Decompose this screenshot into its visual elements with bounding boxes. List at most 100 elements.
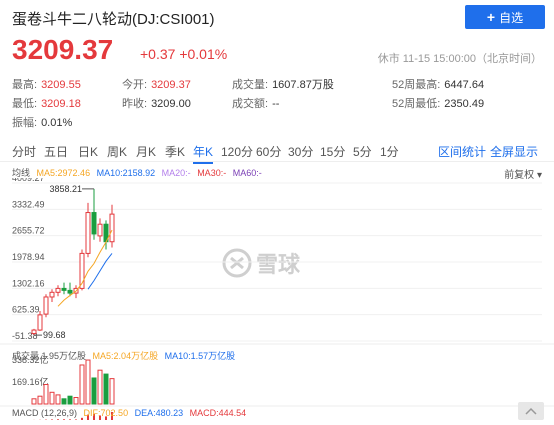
candle-body [50,292,54,297]
volume-bar [104,374,108,404]
candle-body [44,297,48,314]
candle-body [98,224,102,236]
legend-ma30: MA30:- [197,168,226,178]
tab-fenshi[interactable]: 分时 [12,143,36,160]
legend-ma60: MA60:- [233,168,262,178]
add-watchlist-button[interactable]: + 自选 [465,5,545,29]
stat-amount: 成交额: -- [232,95,279,111]
y-tick-label: 3332.49 [12,199,45,209]
candle-body [68,290,72,293]
tab-yearly-k[interactable]: 年K [193,143,213,164]
candle-body [92,213,96,234]
ma10-line [88,253,112,289]
y-tick-label: 1978.94 [12,252,45,262]
stat-label: 昨收: [122,98,147,110]
legend-ma5: MA5:2972.46 [37,168,91,178]
volume-bar [56,395,60,404]
candle-body [62,288,66,290]
tab-monthly-k[interactable]: 月K [136,143,156,160]
tab-5min[interactable]: 5分 [353,143,372,160]
tab-30min[interactable]: 30分 [288,143,313,160]
stat-amp: 振幅:0.01% [12,114,72,130]
stat-value: -- [272,98,279,110]
stat-label: 最低: [12,98,37,110]
stat-value: 2350.49 [444,98,484,110]
stat-label: 52周最低: [392,98,440,110]
candle-body [110,214,114,242]
legend-ma20: MA20:- [162,168,191,178]
macd-dif: DIF:702.50 [84,408,129,418]
tab-15min[interactable]: 15分 [320,143,345,160]
chevron-up-icon [518,402,544,420]
volume-legend: 成交量 1.95万亿股 MA5:2.04万亿股 MA10:1.57万亿股 [12,349,239,362]
tab-daily-k[interactable]: 日K [78,143,98,160]
legend-ma10: MA10:2158.92 [97,168,156,178]
stat-value: 3209.18 [41,98,81,110]
volume-bar [68,396,72,404]
add-watchlist-label: 自选 [499,9,523,26]
stat-high: 最高: 3209.55 [12,76,81,92]
stat-value: 3209.00 [151,98,191,110]
volume-ma10: MA10:1.57万亿股 [165,351,236,361]
volume-bar [32,399,36,404]
current-price: 3209.37 [12,34,113,66]
macd-label: MACD (12,26,9) [12,408,77,418]
volume-bar [92,378,96,404]
page-title: 蛋卷斗牛二八轮动(DJ:CSI001) [12,8,215,29]
volume-bar [74,397,78,404]
volume-bar [110,379,114,404]
stat-label: 成交量: [232,79,268,91]
period-tabs: 分时 五日 日K 周K 月K 季K 年K 120分 60分 30分 15分 5分… [0,140,554,162]
volume-ma5: MA5:2.04万亿股 [93,351,159,361]
volume-bar [38,396,42,404]
stat-value: 3209.55 [41,79,81,91]
candle-body [38,315,42,330]
price-change: +0.37 +0.01% [140,46,227,62]
interval-stats-link[interactable]: 区间统计 [438,143,486,160]
candle-body [32,330,36,334]
volume-bar [62,399,66,404]
stat-value: 0.01% [41,117,72,129]
tab-60min[interactable]: 60分 [256,143,281,160]
legend-main: 均线 [12,168,30,178]
volume-label: 成交量 1.95万亿股 [12,351,86,361]
low-label: 99.68 [43,330,66,340]
tab-5day[interactable]: 五日 [44,143,68,160]
stat-volume: 成交量: 1607.87万股 [232,76,334,92]
tab-quarterly-k[interactable]: 季K [165,143,185,160]
kline-chart: 4009.27 3332.49 2655.72 1978.94 1302.16 625.3… [0,178,554,420]
y-tick-label: 1302.16 [12,278,45,288]
stat-label: 成交额: [232,98,268,110]
macd-legend: MACD (12,26,9) DIF:702.50 DEA:480.23 MAC… [12,408,250,418]
stat-open: 今开:3209.37 [122,76,191,92]
volume-bar [86,360,90,404]
high-label: 3858.21 [49,184,82,194]
stat-value: 1607.87万股 [272,79,334,91]
tab-120min[interactable]: 120分 [221,143,253,160]
volume-bar [80,365,84,404]
scroll-top-button[interactable] [518,402,544,420]
volume-bar [44,384,48,404]
tab-1min[interactable]: 1分 [380,143,399,160]
stat-label: 最高: [12,79,37,91]
stat-label: 52周最高: [392,79,440,91]
candle-body [56,288,60,292]
y-tick-label: 4009.27 [12,178,45,183]
volume-tick-label: 169.16亿 [12,376,49,387]
y-tick-label: 2655.72 [12,226,45,236]
stat-label: 今开: [122,79,147,91]
stat-prev-close: 昨收: 3209.00 [122,95,191,111]
tab-weekly-k[interactable]: 周K [107,143,127,160]
fullscreen-link[interactable]: 全屏显示 [490,143,538,160]
volume-bar [98,370,102,404]
stat-52w-low: 52周最低: 2350.49 [392,95,484,111]
macd-value: MACD:444.54 [190,408,247,418]
macd-dea: DEA:480.23 [135,408,184,418]
market-status: 休市 11-15 15:00:00（北京时间） [378,50,542,66]
stat-value: 6447.64 [444,79,484,91]
volume-bar [50,392,54,404]
y-tick-label: 625.39 [12,305,40,315]
stat-low: 最低: 3209.18 [12,95,81,111]
candle-body [86,213,90,254]
plus-icon: + [487,9,495,25]
